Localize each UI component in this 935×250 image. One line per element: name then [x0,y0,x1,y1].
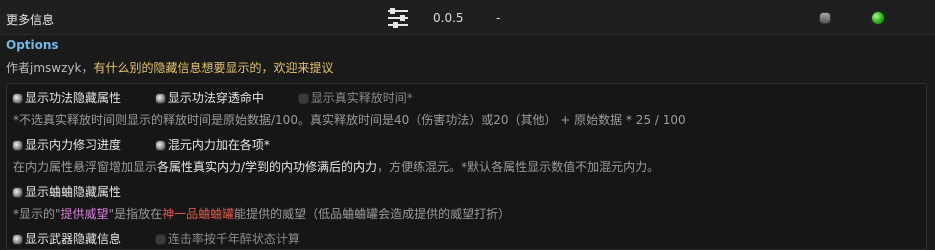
version-text: 0.0.5 [433,11,464,25]
checkbox-show-neili-progress[interactable]: 显示内力修习进度 [13,136,121,153]
header-bar: 更多信息 0.0.5 - [0,0,935,35]
option-row-3: 显示蛐蛐隐藏属性 [13,183,139,200]
checkbox-show-weapon-hidden-info[interactable]: 显示武器隐藏信息 [13,230,121,247]
options-panel: 显示功法隐藏属性 显示功法穿透命中 显示真实释放时间* *不选真实释放时间则显示… [6,83,927,250]
checkbox-show-skill-penetration[interactable]: 显示功法穿透命中 [155,89,264,106]
sliders-icon[interactable] [386,7,410,29]
checkbox-hunyuan-add-each[interactable]: 混元内力加在各项* [155,136,270,153]
note-cricket: *显示的"提供威望"是指放在神一品蛐蛐罐能提供的威望（低品蛐蛐罐会造成提供的威望… [13,207,511,221]
option-row-1: 显示功法隐藏属性 显示功法穿透命中 显示真实释放时间* [13,89,431,106]
status-green-icon[interactable] [872,12,884,24]
toggle-dot-icon[interactable] [820,13,830,23]
checkbox-show-skill-hidden-attrs[interactable]: 显示功法隐藏属性 [13,89,121,106]
option-row-4: 显示武器隐藏信息 连击率按千年醉状态计算 [13,230,318,247]
checkbox-combo-rate-drunk[interactable]: 连击率按千年醉状态计算 [155,230,300,247]
checkbox-checked-icon [13,235,22,244]
checkbox-checked-icon [13,188,22,197]
options-title: Options [6,38,59,52]
author-prefix: 作者jmswzyk， [6,61,94,75]
checkbox-show-cricket-hidden-attrs[interactable]: 显示蛐蛐隐藏属性 [13,183,121,200]
checkbox-show-real-cast-time[interactable]: 显示真实释放时间* [298,89,413,106]
header-dash: - [496,11,501,25]
note-neili: 在内力属性悬浮窗增加显示各属性真实内力/学到的内功修满后的内力，方便练混元。*默… [13,160,660,174]
author-message: 有什么别的隐藏信息想要显示的，欢迎来提议 [93,61,334,75]
checkbox-checked-icon [155,141,165,150]
note-cast-time: *不选真实释放时间则显示的释放时间是原始数据/100。真实释放时间是40（伤害功… [13,113,686,127]
header-title: 更多信息 [6,13,55,27]
checkbox-unchecked-icon [155,235,165,244]
checkbox-checked-icon [155,94,165,103]
checkbox-checked-icon [13,94,22,103]
checkbox-unchecked-icon [298,94,308,103]
checkbox-checked-icon [13,141,22,150]
author-line: 作者jmswzyk，有什么别的隐藏信息想要显示的，欢迎来提议 [6,59,333,76]
option-row-2: 显示内力修习进度 混元内力加在各项* [13,136,288,153]
